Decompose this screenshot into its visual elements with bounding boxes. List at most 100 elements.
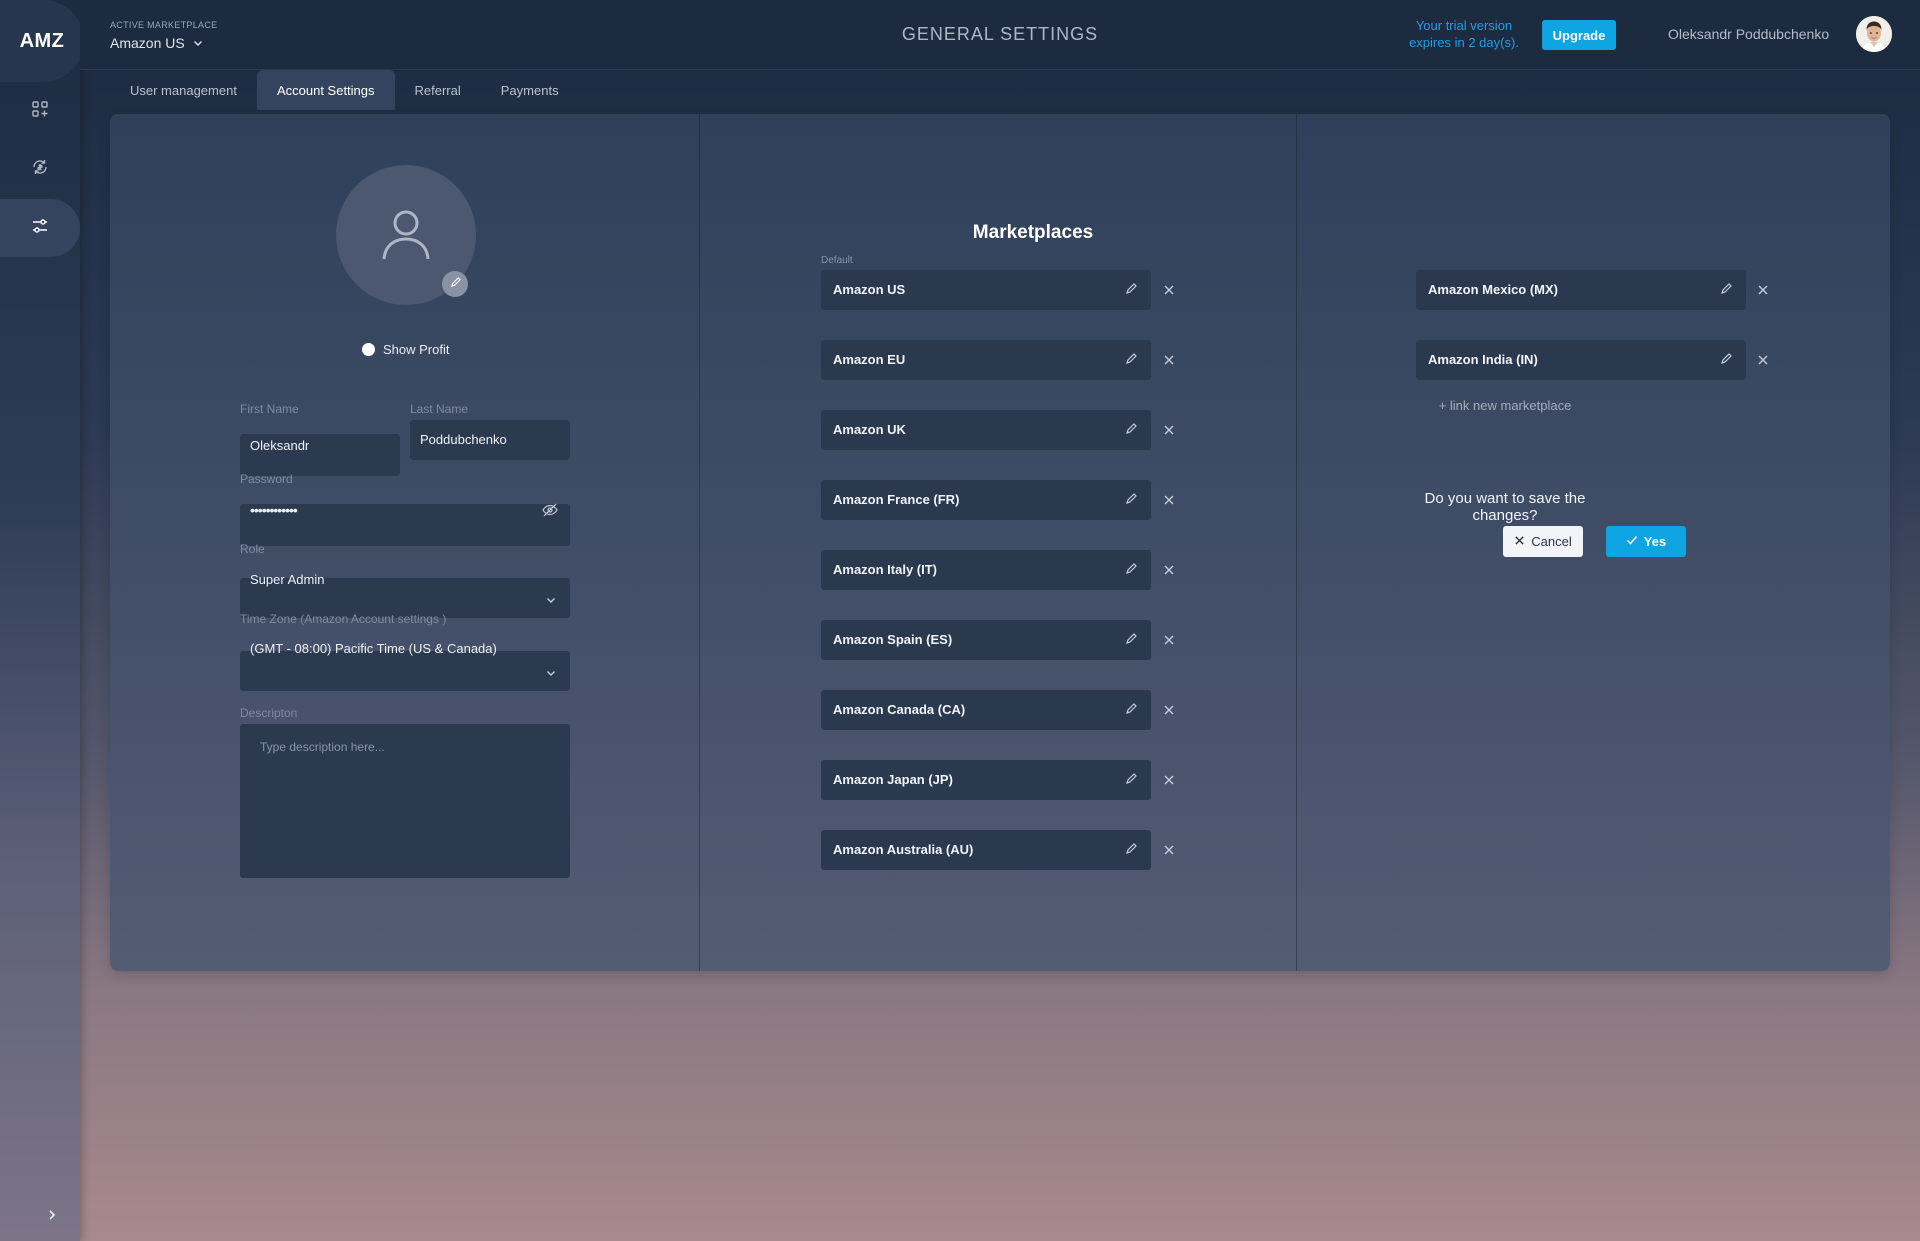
marketplace-name: Amazon Canada (CA): [833, 702, 966, 717]
marketplace-name: Amazon France (FR): [833, 492, 960, 507]
sidebar-item-dashboard[interactable]: [0, 82, 80, 140]
marketplace-row[interactable]: Amazon UK: [821, 410, 1151, 450]
role-label: Role: [240, 542, 265, 556]
check-icon: [1626, 534, 1638, 549]
sidebar-expand-button[interactable]: [40, 1205, 64, 1229]
close-icon[interactable]: [1161, 352, 1177, 368]
marketplace-row[interactable]: Amazon India (IN): [1416, 340, 1746, 380]
password-label: Password: [240, 472, 293, 486]
yes-button[interactable]: Yes: [1606, 526, 1686, 557]
timezone-value: (GMT - 08:00) Pacific Time (US & Canada): [250, 641, 497, 656]
page-title: GENERAL SETTINGS: [901, 24, 1099, 44]
tab-payments[interactable]: Payments: [481, 70, 579, 110]
pencil-icon[interactable]: [1125, 632, 1137, 650]
close-icon[interactable]: [1755, 352, 1771, 368]
first-name-field[interactable]: Oleksandr: [240, 434, 400, 476]
marketplace-name: Amazon US: [833, 282, 906, 297]
close-icon[interactable]: [1161, 632, 1177, 648]
close-icon[interactable]: [1755, 282, 1771, 298]
sidebar-item-transactions[interactable]: [0, 140, 80, 198]
marketplace-name: Amazon EU: [833, 352, 906, 367]
timezone-label: Time Zone (Amazon Account settings ): [240, 612, 447, 626]
chevron-down-icon: [193, 35, 203, 51]
eye-off-icon[interactable]: [542, 502, 558, 521]
password-field[interactable]: ••••••••••••: [240, 502, 570, 546]
description-textarea[interactable]: [240, 724, 570, 878]
marketplace-row[interactable]: Amazon Italy (IT): [821, 550, 1151, 590]
pencil-icon[interactable]: [1720, 352, 1732, 370]
marketplace-row[interactable]: Amazon Canada (CA): [821, 690, 1151, 730]
marketplace-row[interactable]: Amazon Australia (AU): [821, 830, 1151, 870]
cancel-button[interactable]: Cancel: [1503, 526, 1583, 557]
close-icon[interactable]: [1161, 842, 1177, 858]
password-value: ••••••••••••: [250, 502, 298, 518]
marketplace-name: Amazon Italy (IT): [833, 562, 938, 577]
sidebar: AMZ: [0, 0, 84, 1241]
user-avatar[interactable]: [1856, 16, 1892, 52]
yes-button-label: Yes: [1643, 534, 1667, 549]
tab-user-management[interactable]: User management: [110, 70, 257, 110]
default-label: Default: [821, 255, 853, 266]
marketplace-name: Amazon Spain (ES): [833, 632, 953, 647]
link-new-marketplace-link[interactable]: + link new marketplace: [1430, 398, 1580, 413]
pencil-icon[interactable]: [1125, 492, 1137, 510]
close-icon[interactable]: [1161, 492, 1177, 508]
marketplace-name: Amazon Japan (JP): [833, 772, 953, 787]
avatar-edit-button[interactable]: [442, 271, 468, 297]
app-logo[interactable]: AMZ: [0, 0, 84, 82]
trial-notice: Your trial version expires in 2 day(s).: [1400, 17, 1528, 51]
pencil-icon[interactable]: [1125, 422, 1137, 440]
close-icon[interactable]: [1161, 702, 1177, 718]
pencil-icon[interactable]: [1125, 282, 1137, 300]
close-icon[interactable]: [1161, 772, 1177, 788]
marketplace-name: Amazon UK: [833, 422, 906, 437]
close-icon[interactable]: [1161, 562, 1177, 578]
marketplace-row[interactable]: Amazon Japan (JP): [821, 760, 1151, 800]
save-changes-question: Do you want to save the changes?: [1424, 490, 1586, 524]
sync-dollar-icon: [31, 158, 49, 181]
first-name-value: Oleksandr: [250, 438, 310, 453]
marketplace-row[interactable]: Amazon France (FR): [821, 480, 1151, 520]
close-icon[interactable]: [1161, 422, 1177, 438]
marketplace-row[interactable]: Amazon Spain (ES): [821, 620, 1151, 660]
marketplace-name: Amazon Australia (AU): [833, 842, 974, 857]
role-value: Super Admin: [250, 572, 325, 587]
cancel-button-label: Cancel: [1531, 534, 1572, 549]
pencil-icon[interactable]: [1125, 702, 1137, 720]
description-label: Descripton: [240, 706, 298, 720]
pencil-icon: [450, 275, 461, 293]
marketplace-row[interactable]: Amazon Mexico (MX): [1416, 270, 1746, 310]
show-profit-toggle[interactable]: Show Profit: [362, 342, 449, 357]
timezone-select[interactable]: (GMT - 08:00) Pacific Time (US & Canada): [240, 641, 570, 691]
pencil-icon[interactable]: [1125, 772, 1137, 790]
column-divider: [699, 114, 700, 971]
show-profit-radio[interactable]: [362, 343, 375, 356]
close-icon[interactable]: [1161, 282, 1177, 298]
active-marketplace-select[interactable]: Amazon US: [110, 35, 203, 51]
pencil-icon[interactable]: [1125, 352, 1137, 370]
tab-referral[interactable]: Referral: [395, 70, 481, 110]
sidebar-item-settings[interactable]: [0, 199, 80, 257]
settings-tabs: User management Account Settings Referra…: [110, 70, 579, 110]
chevron-right-icon: [46, 1208, 58, 1226]
user-icon: [378, 205, 434, 266]
marketplace-row[interactable]: Amazon EU: [821, 340, 1151, 380]
account-settings-panel: Show Profit First Name Oleksandr Last Na…: [110, 114, 1890, 971]
marketplaces-title: Marketplaces: [972, 222, 1094, 243]
chevron-down-icon: [546, 593, 556, 608]
user-name[interactable]: Oleksandr Poddubchenko: [1668, 26, 1829, 42]
dashboard-add-icon: [31, 100, 49, 123]
column-divider: [1296, 114, 1297, 971]
marketplace-row[interactable]: Amazon US: [821, 270, 1151, 310]
last-name-field[interactable]: Poddubchenko: [410, 420, 570, 460]
active-marketplace-label: ACTIVE MARKETPLACE: [110, 20, 218, 30]
tab-account-settings[interactable]: Account Settings: [256, 70, 395, 110]
last-name-value: Poddubchenko: [420, 432, 507, 447]
show-profit-label: Show Profit: [383, 342, 450, 357]
pencil-icon[interactable]: [1125, 842, 1137, 860]
pencil-icon[interactable]: [1720, 282, 1732, 300]
marketplace-name: Amazon India (IN): [1428, 352, 1538, 367]
upgrade-button[interactable]: Upgrade: [1542, 20, 1616, 50]
sliders-icon: [31, 217, 49, 240]
pencil-icon[interactable]: [1125, 562, 1137, 580]
